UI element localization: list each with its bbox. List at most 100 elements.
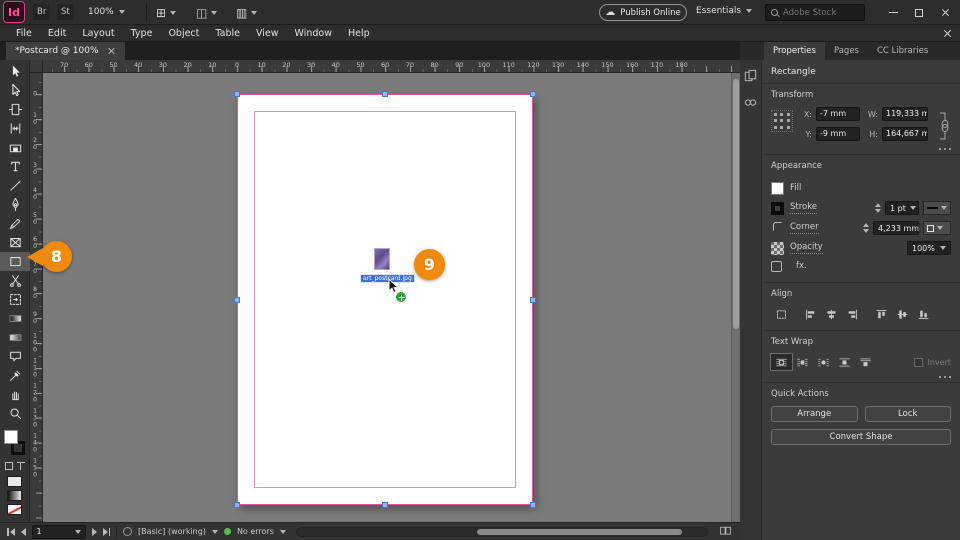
align-bottom-button[interactable]: [913, 306, 934, 322]
view-options-dropdown[interactable]: ⊞: [156, 3, 177, 22]
lock-button[interactable]: Lock: [864, 406, 951, 422]
x-field[interactable]: -7 mm: [816, 107, 860, 121]
formatting-affects-container-icon[interactable]: [4, 462, 13, 470]
object-style-icon[interactable]: [771, 260, 782, 272]
spread-view-icon[interactable]: [718, 524, 733, 539]
page-number-dropdown[interactable]: 1: [31, 524, 86, 539]
selection-handle[interactable]: [234, 296, 240, 303]
invert-checkbox[interactable]: [914, 357, 924, 367]
stroke-weight-dropdown[interactable]: 1 pt: [885, 201, 919, 215]
menu-object[interactable]: Object: [160, 28, 207, 39]
corner-radius-stepper[interactable]: [863, 223, 869, 233]
adobe-stock-search[interactable]: [765, 4, 865, 21]
stroke-swatch[interactable]: [771, 201, 784, 215]
type-tool[interactable]: [0, 157, 30, 176]
tab-pages[interactable]: Pages: [825, 42, 868, 60]
selection-handle[interactable]: [234, 91, 240, 97]
selection-handle[interactable]: [382, 91, 388, 97]
vertical-ruler[interactable]: 0 10 20 30 40 50 60 70 80 90 100 110 120 130 140 150: [30, 73, 43, 522]
more-options-icon[interactable]: [938, 147, 951, 150]
selection-handle[interactable]: [530, 91, 536, 97]
screen-mode-dropdown[interactable]: ◫: [196, 3, 218, 22]
gap-tool[interactable]: [0, 119, 30, 138]
convert-shape-button[interactable]: Convert Shape: [771, 429, 951, 445]
height-field[interactable]: 164,667 mm: [882, 127, 928, 141]
menu-view[interactable]: View: [248, 28, 287, 39]
direct-selection-tool[interactable]: [0, 81, 30, 100]
arrange-documents-dropdown[interactable]: ▥: [236, 3, 258, 22]
document-tab[interactable]: *Postcard @ 100%: [6, 42, 125, 60]
gradient-feather-tool[interactable]: [0, 328, 30, 347]
fill-color-swatch[interactable]: [3, 430, 18, 444]
rectangle-frame-tool[interactable]: [0, 233, 30, 252]
minimize-button[interactable]: [880, 0, 906, 25]
vertical-scrollbar[interactable]: [731, 73, 740, 522]
pen-tool[interactable]: [0, 195, 30, 214]
scissors-tool[interactable]: [0, 271, 30, 290]
eyedropper-tool[interactable]: [0, 366, 30, 385]
workspace-switcher[interactable]: Essentials: [696, 6, 753, 16]
corner-style-dropdown[interactable]: [923, 221, 951, 235]
fill-stroke-widget[interactable]: [3, 430, 27, 458]
content-collector-tool[interactable]: [0, 138, 30, 157]
menu-edit[interactable]: Edit: [40, 28, 74, 39]
wrap-jump-object-button[interactable]: [834, 354, 855, 370]
wrap-none-button[interactable]: [770, 353, 793, 371]
corner-label[interactable]: Corner: [790, 222, 819, 234]
pasteboard[interactable]: art_postcard.jpg 9: [43, 73, 740, 522]
menu-type[interactable]: Type: [123, 28, 161, 39]
apply-none-button[interactable]: [7, 504, 22, 515]
vertical-scrollbar-thumb[interactable]: [733, 79, 739, 329]
effects-label[interactable]: fx.: [796, 261, 807, 271]
opacity-label[interactable]: Opacity: [790, 242, 823, 254]
stock-button[interactable]: St: [57, 4, 74, 20]
ruler-origin-corner[interactable]: [30, 60, 43, 73]
apply-gradient-button[interactable]: [7, 490, 22, 501]
first-page-button[interactable]: [7, 527, 15, 536]
pencil-tool[interactable]: [0, 214, 30, 233]
wrap-bounding-box-button[interactable]: [792, 354, 813, 370]
more-options-icon[interactable]: [938, 375, 951, 378]
stock-search-input[interactable]: [783, 7, 855, 18]
rectangle-tool[interactable]: [0, 252, 30, 271]
stroke-weight-stepper[interactable]: [875, 203, 881, 213]
fill-swatch[interactable]: [771, 181, 784, 195]
width-field[interactable]: 119,333 mm: [882, 107, 928, 121]
align-left-button[interactable]: [800, 306, 821, 322]
preflight-profile-menu[interactable]: [Basic] (working): [138, 527, 206, 536]
close-document-icon[interactable]: [108, 47, 116, 55]
preflight-status-menu[interactable]: No errors: [237, 527, 274, 536]
dock-pages-icon[interactable]: [743, 68, 758, 86]
bridge-button[interactable]: Br: [33, 4, 51, 20]
arrange-button[interactable]: Arrange: [771, 406, 858, 422]
align-center-horizontal-button[interactable]: [821, 306, 842, 322]
restore-button[interactable]: [906, 0, 932, 25]
publish-online-button[interactable]: ☁ Publish Online: [599, 4, 687, 21]
wrap-object-shape-button[interactable]: [813, 354, 834, 370]
horizontal-scrollbar[interactable]: [295, 526, 708, 537]
menu-bar-close-icon[interactable]: [943, 29, 951, 37]
constrain-proportions-icon[interactable]: [938, 109, 950, 146]
tab-properties[interactable]: Properties: [764, 42, 825, 60]
previous-page-button[interactable]: [20, 527, 26, 536]
formatting-affects-text-icon[interactable]: [16, 462, 25, 470]
page-tool[interactable]: [0, 100, 30, 119]
selection-handle[interactable]: [530, 296, 536, 303]
y-field[interactable]: -9 mm: [816, 127, 860, 141]
free-transform-tool[interactable]: [0, 290, 30, 309]
reference-point-grid[interactable]: [771, 110, 793, 132]
last-page-button[interactable]: [102, 527, 110, 536]
line-tool[interactable]: [0, 176, 30, 195]
key-object-button[interactable]: [771, 306, 792, 322]
hand-tool[interactable]: [0, 385, 30, 404]
stroke-style-dropdown[interactable]: [923, 201, 951, 215]
menu-table[interactable]: Table: [207, 28, 248, 39]
corner-radius-dropdown[interactable]: 4,233 mm: [873, 221, 930, 235]
menu-layout[interactable]: Layout: [74, 28, 122, 39]
close-button[interactable]: [932, 0, 958, 25]
stroke-label[interactable]: Stroke: [790, 202, 818, 214]
align-center-vertical-button[interactable]: [892, 306, 913, 322]
selection-handle[interactable]: [382, 502, 388, 508]
menu-window[interactable]: Window: [287, 28, 340, 39]
apply-color-button[interactable]: [7, 476, 22, 487]
